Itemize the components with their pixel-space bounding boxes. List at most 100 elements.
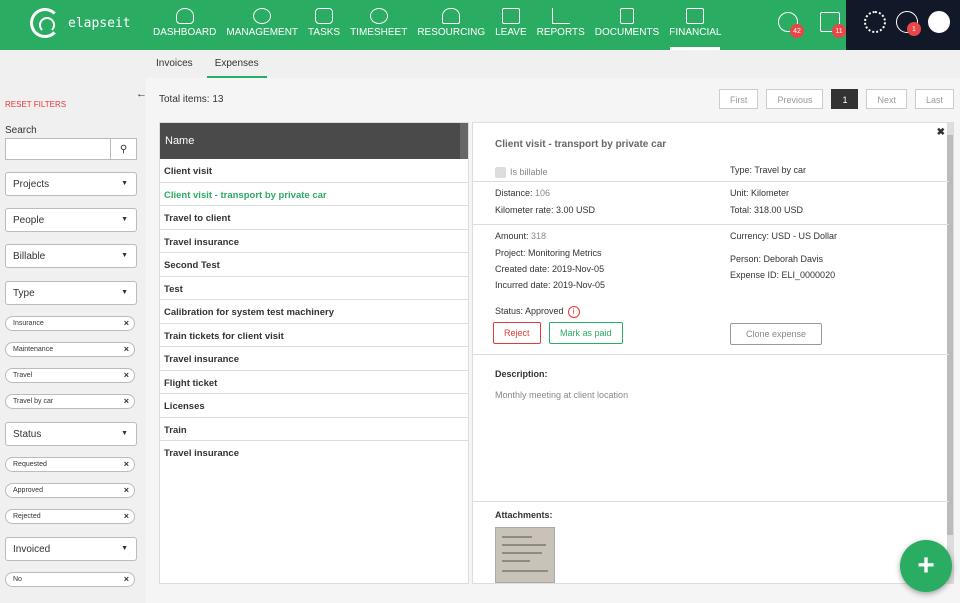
detail-title: Client visit - transport by private car xyxy=(495,139,667,150)
status-filter[interactable]: Status ▼ xyxy=(5,422,137,446)
chip-label: No xyxy=(13,576,22,583)
list-item[interactable]: Second Test xyxy=(160,253,468,277)
info-icon[interactable]: i xyxy=(567,306,580,318)
nav-timesheet[interactable]: TIMESHEET xyxy=(345,0,412,50)
user-area: 1 xyxy=(846,0,960,50)
reset-filters-link[interactable]: RESET FILTERS xyxy=(5,100,66,109)
scrollbar[interactable] xyxy=(460,123,468,159)
type-filter[interactable]: Type ▼ xyxy=(5,281,137,305)
status-value: Status: Approved xyxy=(495,306,564,316)
mark-as-paid-button[interactable]: Mark as paid xyxy=(549,322,623,344)
scrollbar[interactable] xyxy=(947,123,953,583)
close-icon[interactable]: × xyxy=(124,370,129,380)
timer-button[interactable]: 42 xyxy=(776,10,804,38)
filter-chip[interactable]: Travel by car × xyxy=(5,394,135,409)
dropdown-label: People xyxy=(13,215,45,226)
list-item[interactable]: Client visit xyxy=(160,159,468,183)
close-icon[interactable]: × xyxy=(124,396,129,406)
help-icon[interactable]: 1 xyxy=(896,11,921,36)
tab-invoices[interactable]: Invoices xyxy=(148,50,201,78)
nav-dashboard[interactable]: DASHBOARD xyxy=(148,0,221,50)
receipt-line xyxy=(502,536,532,538)
chip-label: Approved xyxy=(13,487,43,494)
calendar-badge: 11 xyxy=(832,24,846,38)
top-navigation-bar: elapseit DASHBOARD MANAGEMENT TASKS TIME… xyxy=(0,0,960,50)
billable-checkbox[interactable]: Is billable xyxy=(495,167,548,179)
clone-expense-button[interactable]: Clone expense xyxy=(730,323,822,345)
incurred-date: Incurred date: 2019-Nov-05 xyxy=(495,280,606,290)
nav-documents[interactable]: DOCUMENTS xyxy=(590,0,664,50)
help-badge: 1 xyxy=(907,22,921,36)
search-icon[interactable]: ⚲ xyxy=(110,139,136,159)
gear-icon[interactable] xyxy=(864,11,886,33)
close-icon[interactable]: ✖ xyxy=(937,127,945,138)
close-icon[interactable]: × xyxy=(124,318,129,328)
user-avatar-icon[interactable] xyxy=(928,11,950,33)
close-icon[interactable]: × xyxy=(124,344,129,354)
billable-filter[interactable]: Billable ▼ xyxy=(5,244,137,268)
chip-label: Requested xyxy=(13,461,47,468)
reject-button[interactable]: Reject xyxy=(493,322,541,344)
tab-expenses[interactable]: Expenses xyxy=(206,50,267,78)
chip-label: Insurance xyxy=(13,320,44,327)
previous-page-button[interactable]: Previous xyxy=(766,89,824,109)
document-icon xyxy=(620,8,634,24)
total-items: Total items: 13 xyxy=(159,94,224,105)
nav-resourcing[interactable]: RESOURCING xyxy=(412,0,490,50)
divider xyxy=(473,181,949,182)
chevron-down-icon: ▼ xyxy=(121,252,128,259)
close-icon[interactable]: × xyxy=(124,459,129,469)
list-item[interactable]: Train xyxy=(160,418,468,441)
nav-leave[interactable]: LEAVE xyxy=(490,0,532,50)
list-item[interactable]: Flight ticket xyxy=(160,371,468,394)
chevron-down-icon: ▼ xyxy=(121,430,128,437)
current-page[interactable]: 1 xyxy=(831,89,859,109)
dropdown-label: Projects xyxy=(13,179,50,190)
amount-row: Amount: 318 xyxy=(495,231,546,241)
list-header[interactable]: Name xyxy=(160,123,468,159)
nav-management[interactable]: MANAGEMENT xyxy=(221,0,303,50)
list-item[interactable]: Travel insurance xyxy=(160,441,468,465)
first-page-button[interactable]: First xyxy=(718,89,759,109)
logo[interactable]: elapseit xyxy=(30,8,131,38)
globe-icon xyxy=(253,8,272,24)
nav-reports[interactable]: REPORTS xyxy=(532,0,590,50)
list-item[interactable]: Licenses xyxy=(160,394,468,418)
close-icon[interactable]: × xyxy=(124,485,129,495)
list-item-selected[interactable]: Client visit - transport by private car xyxy=(160,183,468,206)
attachment-thumbnail[interactable] xyxy=(495,527,555,583)
pagination: First Previous 1 Next Last xyxy=(718,89,954,109)
last-page-button[interactable]: Last xyxy=(914,89,954,109)
calendar-button[interactable]: 11 xyxy=(818,10,846,38)
close-icon[interactable]: × xyxy=(124,511,129,521)
filter-chip[interactable]: Maintenance × xyxy=(5,342,135,357)
expense-detail-panel: ✖ Client visit - transport by private ca… xyxy=(472,122,954,584)
filter-chip[interactable]: No × xyxy=(5,572,135,587)
next-page-button[interactable]: Next xyxy=(866,89,907,109)
filter-chip[interactable]: Requested × xyxy=(5,457,135,472)
scrollbar-thumb[interactable] xyxy=(947,135,953,535)
nav-financial[interactable]: FINANCIAL xyxy=(664,0,726,50)
list-item[interactable]: Test xyxy=(160,277,468,300)
list-item[interactable]: Travel insurance xyxy=(160,230,468,253)
filter-chip[interactable]: Approved × xyxy=(5,483,135,498)
filter-chip[interactable]: Insurance × xyxy=(5,316,135,331)
projects-filter[interactable]: Projects ▼ xyxy=(5,172,137,196)
expense-list: Name Client visit Client visit - transpo… xyxy=(159,122,469,584)
list-item[interactable]: Calibration for system test machinery xyxy=(160,300,468,324)
add-expense-button[interactable]: + xyxy=(900,540,952,592)
search-input[interactable]: ⚲ xyxy=(5,138,137,160)
divider xyxy=(473,224,949,225)
filter-chip[interactable]: Travel × xyxy=(5,368,135,383)
nav-tasks[interactable]: TASKS xyxy=(303,0,345,50)
list-item[interactable]: Train tickets for client visit xyxy=(160,324,468,347)
list-item[interactable]: Travel to client xyxy=(160,206,468,230)
filter-chip[interactable]: Rejected × xyxy=(5,509,135,524)
invoiced-filter[interactable]: Invoiced ▼ xyxy=(5,537,137,561)
nav-label: RESOURCING xyxy=(417,27,486,38)
people-filter[interactable]: People ▼ xyxy=(5,208,137,232)
checklist-icon xyxy=(315,8,334,24)
chevron-down-icon: ▼ xyxy=(121,180,128,187)
close-icon[interactable]: × xyxy=(124,574,129,584)
list-item[interactable]: Travel insurance xyxy=(160,347,468,371)
